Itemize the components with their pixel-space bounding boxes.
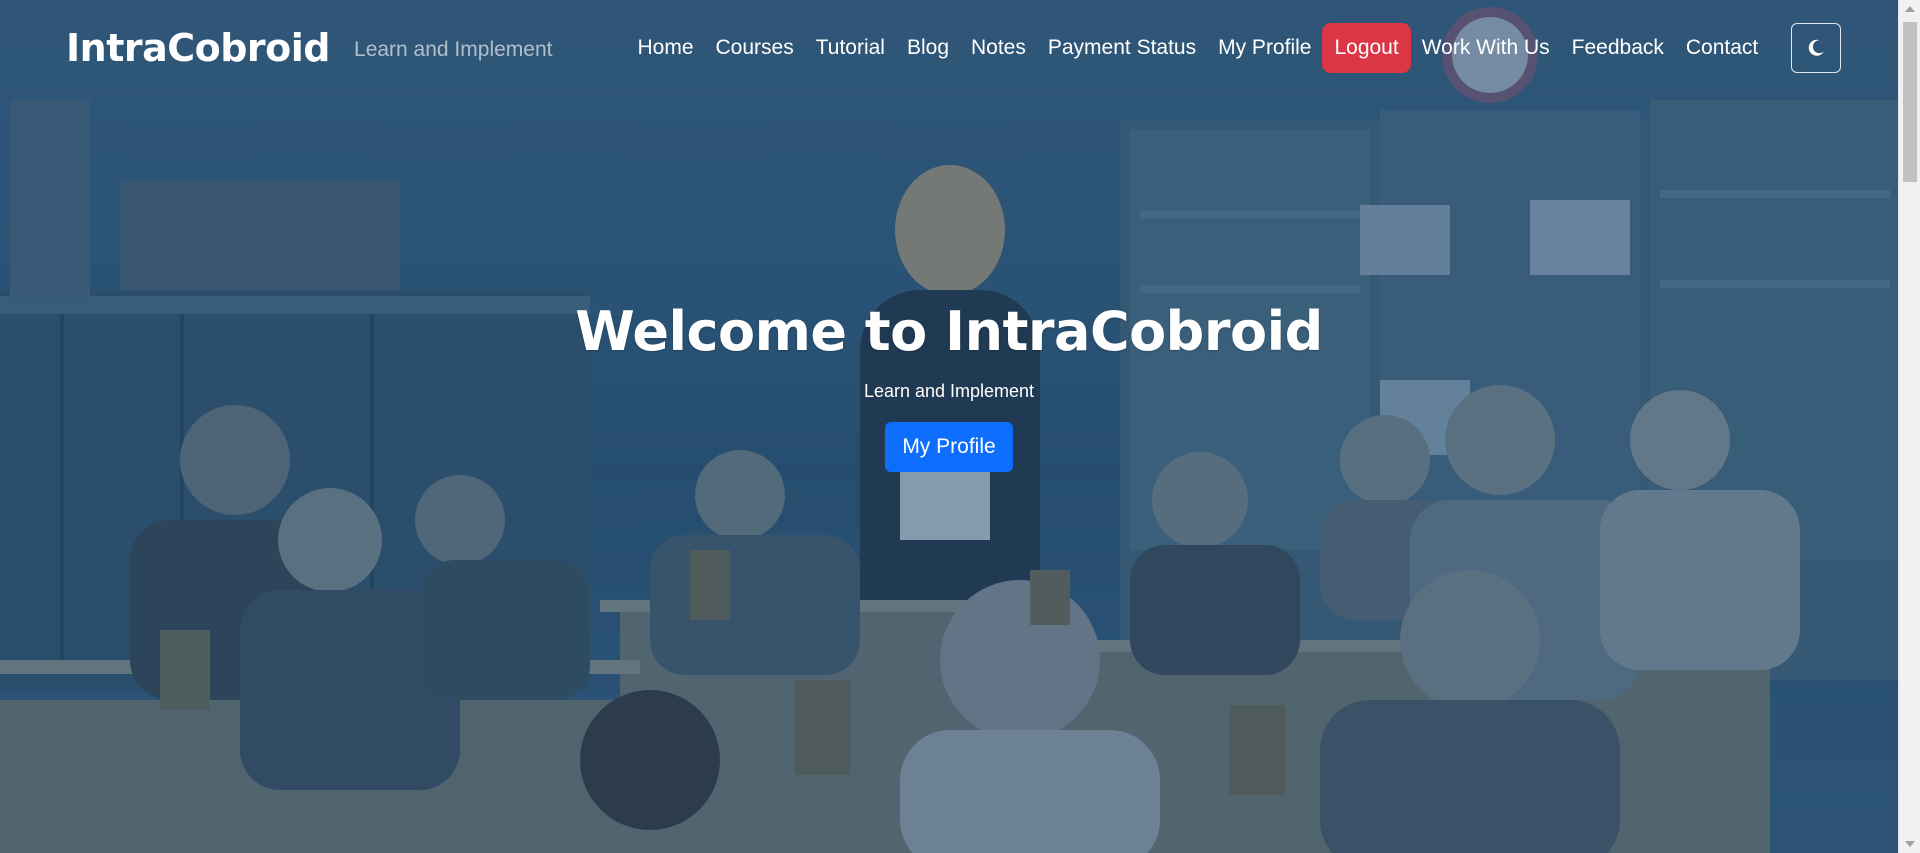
hero-title: Welcome to IntraCobroid: [575, 300, 1323, 363]
hero-section: Welcome to IntraCobroid Learn and Implem…: [0, 0, 1898, 472]
scroll-up-arrow-icon[interactable]: [1905, 6, 1915, 12]
scrollbar-thumb[interactable]: [1903, 22, 1917, 182]
scroll-down-arrow-icon[interactable]: [1905, 841, 1915, 847]
page-scrollbar[interactable]: [1898, 0, 1920, 853]
my-profile-button[interactable]: My Profile: [885, 422, 1013, 472]
hero-subtitle: Learn and Implement: [863, 381, 1035, 401]
